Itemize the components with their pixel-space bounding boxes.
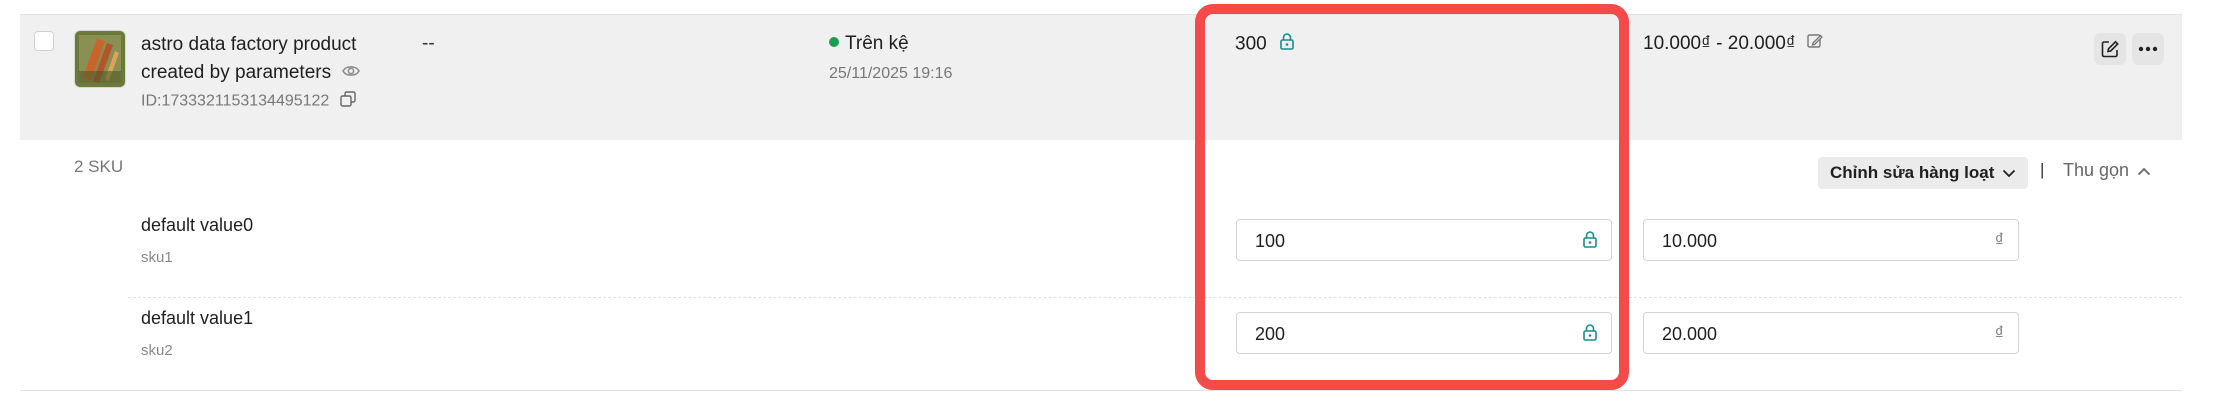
collapse-label: Thu gọn bbox=[2063, 160, 2130, 180]
edit-product-button[interactable] bbox=[2094, 33, 2126, 65]
product-id-text: ID:1733321153134495122 bbox=[141, 92, 330, 110]
status-dot bbox=[829, 36, 839, 47]
eye-icon[interactable] bbox=[342, 59, 361, 87]
bulk-edit-label: Chỉnh sửa hàng loạt bbox=[1830, 163, 1995, 182]
updated-date: 25/11/2025 19:16 bbox=[829, 65, 953, 82]
divider bbox=[20, 390, 2182, 391]
more-actions-button[interactable] bbox=[2132, 33, 2164, 65]
chevron-down-icon bbox=[2003, 169, 2016, 177]
product-table: astro data factory product created by pa… bbox=[20, 14, 2182, 391]
more-icon bbox=[2138, 46, 2158, 52]
highlight-box bbox=[1195, 4, 1629, 390]
category-placeholder: -- bbox=[422, 33, 435, 54]
price-range: 10.000₫ - 20.000₫ bbox=[1643, 33, 1796, 55]
status-text: Trên kệ bbox=[845, 33, 909, 54]
sku-code: sku2 bbox=[141, 342, 173, 359]
sku-count: 2 SKU bbox=[74, 157, 124, 176]
product-id: ID:1733321153134495122 bbox=[141, 91, 356, 112]
product-row: astro data factory product created by pa… bbox=[20, 15, 2182, 140]
copy-icon[interactable] bbox=[340, 91, 356, 112]
currency-suffix: ₫ bbox=[1994, 323, 2004, 343]
sku-price-field[interactable]: ₫ bbox=[1643, 219, 2019, 262]
sku-price-input[interactable] bbox=[1660, 313, 1964, 355]
currency-suffix: ₫ bbox=[1994, 230, 2004, 250]
row-checkbox[interactable] bbox=[34, 31, 54, 51]
sku-code: sku1 bbox=[141, 249, 173, 266]
separator: | bbox=[2040, 160, 2045, 179]
status-badge: Trên kệ bbox=[829, 33, 909, 55]
sku-row: default value1 sku2 ₫ bbox=[20, 300, 2182, 390]
divider bbox=[128, 297, 2182, 298]
edit-icon bbox=[2101, 40, 2119, 58]
sku-name: default value0 bbox=[141, 215, 254, 235]
chevron-up-icon bbox=[2137, 167, 2151, 175]
bulk-edit-button[interactable]: Chỉnh sửa hàng loạt bbox=[1818, 157, 2029, 189]
sku-price-input[interactable] bbox=[1660, 220, 1964, 262]
edit-price-icon[interactable] bbox=[1807, 33, 1823, 55]
product-name-text[interactable]: astro data factory product created by pa… bbox=[141, 34, 356, 83]
product-price: 10.000₫ - 20.000₫ bbox=[1643, 33, 1823, 55]
sku-name: default value1 bbox=[141, 308, 254, 328]
sku-row: default value0 sku1 ₫ bbox=[20, 207, 2182, 297]
collapse-toggle[interactable]: Thu gọn bbox=[2063, 160, 2151, 181]
product-name[interactable]: astro data factory product created by pa… bbox=[141, 31, 401, 87]
product-thumbnail[interactable] bbox=[74, 30, 126, 88]
sku-price-field[interactable]: ₫ bbox=[1643, 312, 2019, 355]
